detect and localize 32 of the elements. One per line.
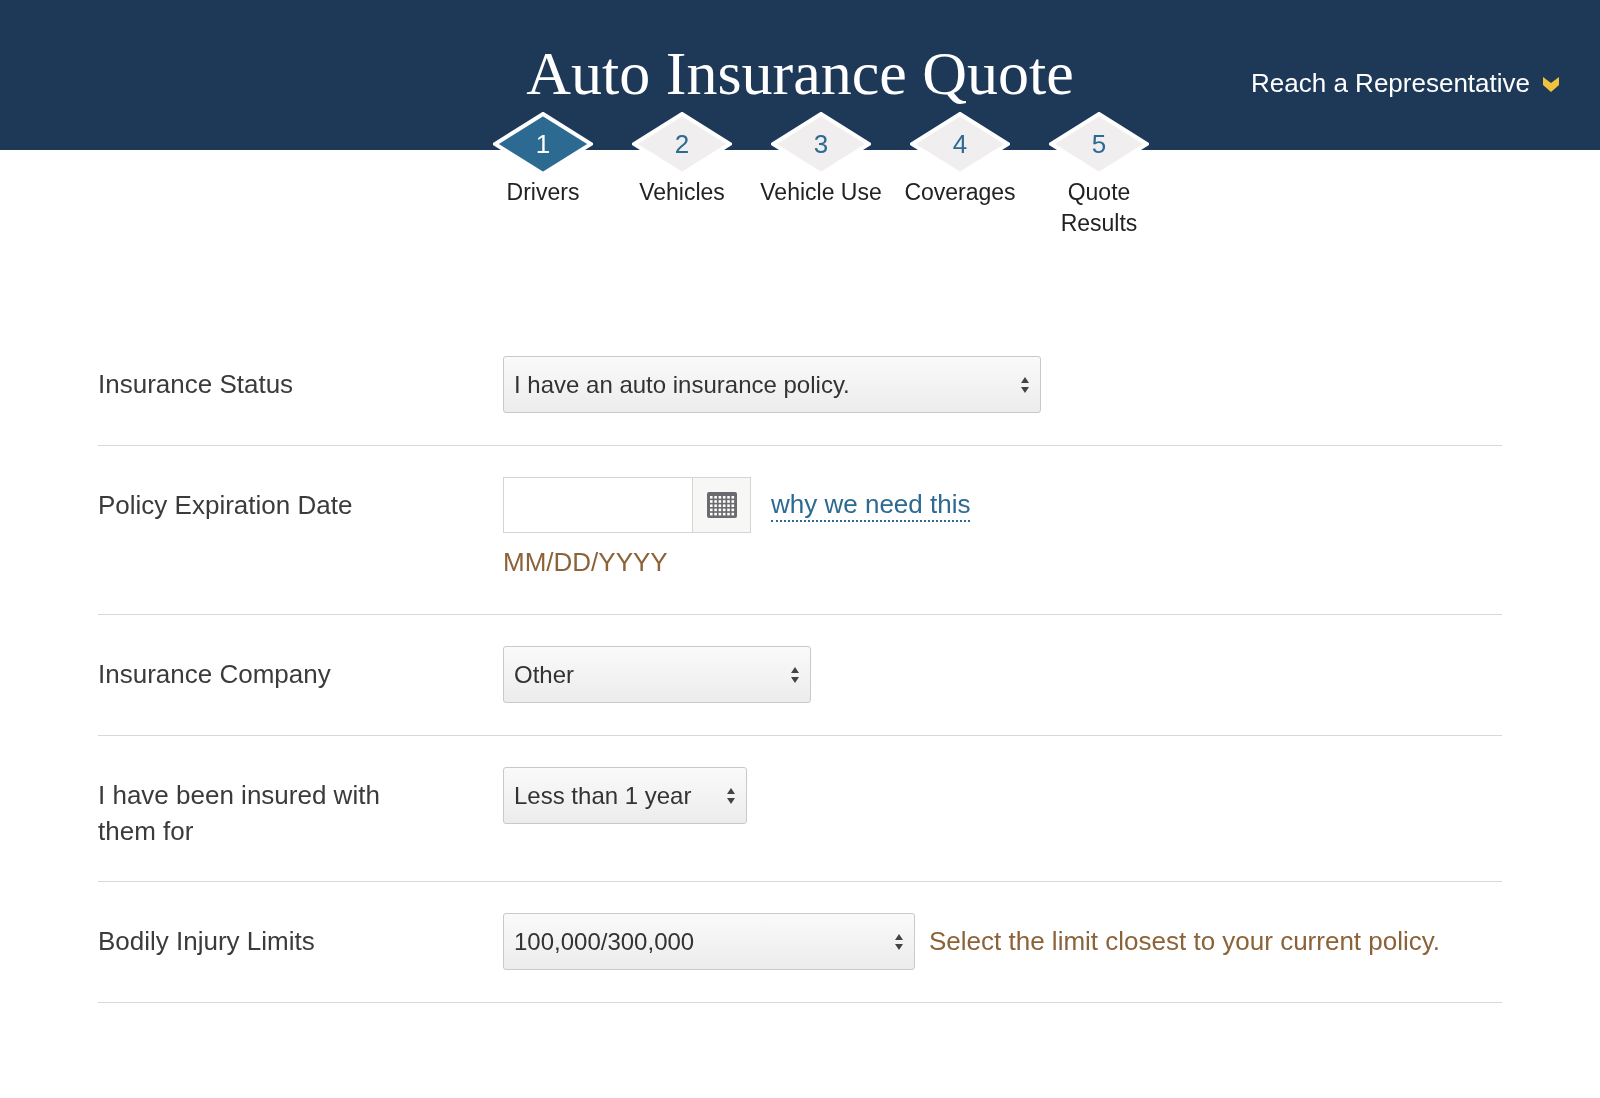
chevron-down-icon: [1542, 74, 1560, 93]
select-dropdown[interactable]: 100,000/300,000: [503, 913, 915, 970]
step-number: 1: [534, 127, 552, 161]
field-label: Policy Expiration Date: [98, 489, 354, 522]
step-label[interactable]: Quote Results: [1032, 177, 1166, 239]
field-label: Insurance Status: [98, 368, 295, 401]
field-label: Bodily Injury Limits: [98, 925, 316, 958]
select-dropdown[interactable]: Less than 1 year: [503, 767, 747, 824]
step-number: 3: [812, 127, 830, 161]
step-number: 2: [673, 127, 691, 161]
field-note: Select the limit closest to your current policy.: [929, 925, 1441, 958]
select-dropdown[interactable]: I have an auto insurance policy.: [503, 356, 1041, 413]
sort-arrows-icon: [726, 786, 736, 805]
calendar-button[interactable]: [693, 477, 751, 533]
why-link[interactable]: why we need this: [771, 488, 971, 522]
step-label[interactable]: Drivers: [476, 177, 610, 208]
field-label: Insurance Company: [98, 658, 332, 691]
date-field[interactable]: [503, 477, 693, 533]
representative-link[interactable]: Reach a Representative: [1251, 64, 1560, 103]
step-number: 4: [951, 127, 969, 161]
select-dropdown[interactable]: Other: [503, 646, 811, 703]
calendar-icon: [706, 492, 737, 518]
field-label: I have been insured with them for: [98, 779, 381, 848]
date-format-hint: MM/DD/YYYY: [503, 546, 669, 579]
sort-arrows-icon: [1020, 375, 1030, 394]
step-label[interactable]: Vehicle Use: [754, 177, 888, 208]
sort-arrows-icon: [894, 932, 904, 951]
step-label[interactable]: Vehicles: [615, 177, 749, 208]
page-title: Auto Insurance Quote: [526, 38, 1074, 108]
step-label[interactable]: Coverages: [893, 177, 1027, 208]
sort-arrows-icon: [790, 665, 800, 684]
step-number: 5: [1090, 127, 1108, 161]
